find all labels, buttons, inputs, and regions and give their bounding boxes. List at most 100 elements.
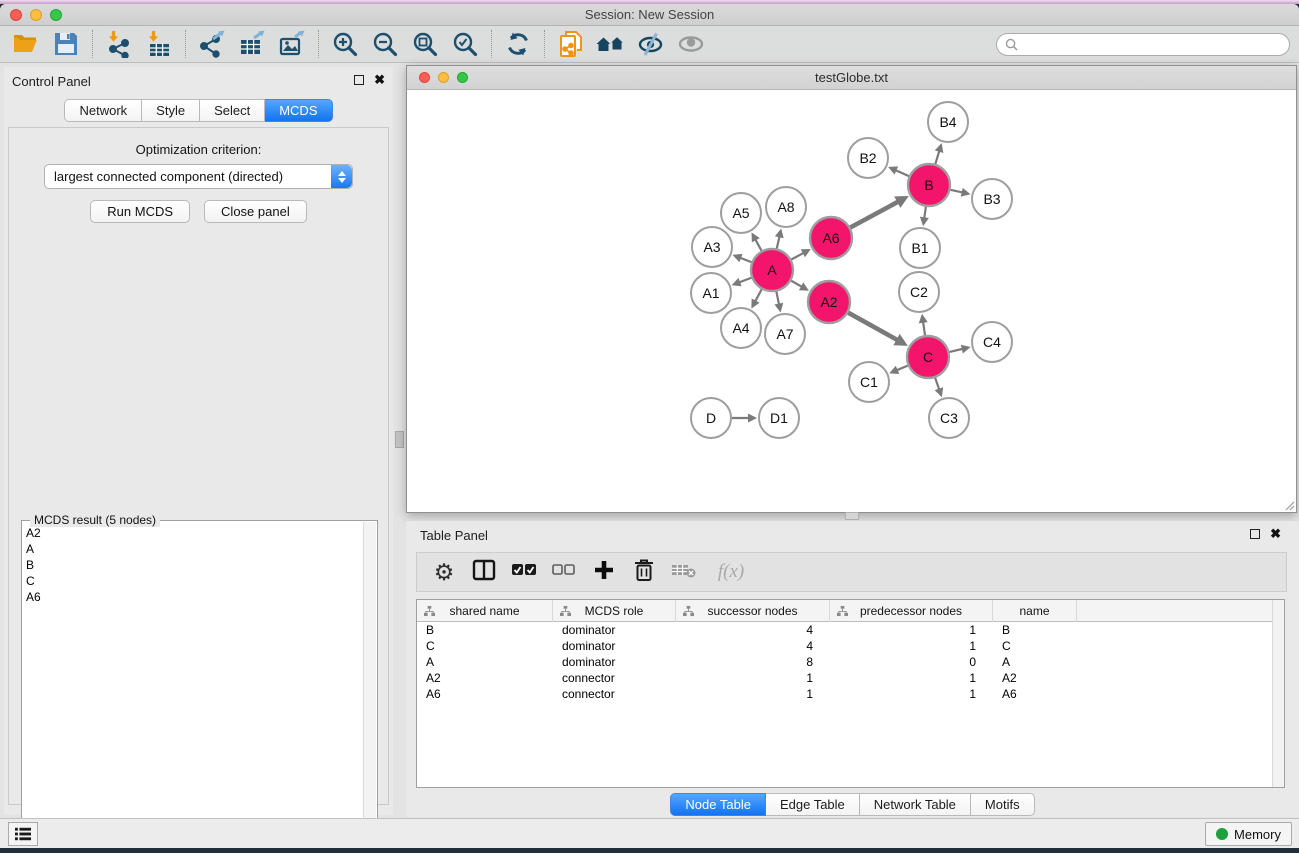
network-window-titlebar: testGlobe.txt: [407, 66, 1296, 90]
export-image-button[interactable]: [272, 28, 312, 60]
hide-graphics-button[interactable]: [631, 28, 671, 60]
table-cell: C: [417, 638, 553, 654]
table-row[interactable]: Cdominator41C: [417, 638, 1284, 654]
mcds-result-item[interactable]: A: [26, 541, 361, 557]
select-all-button[interactable]: [509, 557, 539, 587]
vertical-split-handle[interactable]: [395, 431, 404, 448]
column-header-label: name: [1019, 604, 1049, 618]
graph-edge-C-C3[interactable]: [935, 378, 939, 391]
add-column-button[interactable]: [589, 557, 619, 587]
list-icon: [14, 826, 32, 842]
tab-edge-table[interactable]: Edge Table: [766, 793, 860, 816]
graph-edge-B-B3[interactable]: [950, 190, 963, 193]
table-row[interactable]: Adominator80A: [417, 654, 1284, 670]
node-table[interactable]: shared name MCDS rolesuccessor nodesprede…: [416, 599, 1285, 788]
main-toolbar: [0, 26, 1299, 63]
column-header-name[interactable]: name: [993, 600, 1077, 622]
mcds-result-list: A2ABCA6: [26, 525, 361, 848]
column-view-button[interactable]: [469, 557, 499, 587]
delete-column-button[interactable]: [629, 557, 659, 587]
toolbar-separator: [92, 30, 93, 58]
export-image-icon: [278, 30, 306, 58]
graph-edge-A-A8[interactable]: [777, 235, 780, 248]
close-table-panel-icon[interactable]: ✖: [1270, 529, 1281, 539]
clone-network-button[interactable]: [551, 28, 591, 60]
table-row[interactable]: A6connector11A6: [417, 686, 1284, 702]
save-session-button[interactable]: [46, 28, 86, 60]
unselect-all-button[interactable]: [549, 557, 579, 587]
run-mcds-button[interactable]: Run MCDS: [90, 200, 190, 223]
task-history-button[interactable]: [8, 822, 38, 846]
graph-edge-A-A4[interactable]: [755, 289, 762, 302]
tab-node-table[interactable]: Node Table: [670, 793, 766, 816]
open-folder-button[interactable]: [6, 28, 46, 60]
graph-node-label-A4: A4: [732, 320, 749, 336]
resize-grip-icon[interactable]: [1283, 499, 1295, 511]
table-scrollbar[interactable]: [1272, 600, 1284, 787]
graph-node-label-A8: A8: [777, 199, 794, 215]
column-view-icon: [472, 558, 496, 587]
zoom-in-icon: [332, 31, 358, 57]
home-networks-icon: [596, 32, 626, 56]
column-header-shared-name[interactable]: shared name: [417, 600, 553, 622]
tab-network-table[interactable]: Network Table: [860, 793, 971, 816]
column-header-successor-nodes[interactable]: successor nodes: [676, 600, 830, 622]
tab-motifs[interactable]: Motifs: [971, 793, 1035, 816]
table-settings-button[interactable]: ⚙: [429, 557, 459, 587]
export-network-icon: [198, 30, 226, 58]
show-graphics-button[interactable]: [671, 28, 711, 60]
tab-style[interactable]: Style: [142, 99, 200, 122]
zoom-selected-button[interactable]: [445, 28, 485, 60]
zoom-in-button[interactable]: [325, 28, 365, 60]
mcds-result-item[interactable]: A2: [26, 525, 361, 541]
graph-edge-A2-C[interactable]: [848, 313, 898, 341]
import-table-button[interactable]: [139, 28, 179, 60]
delete-table-button[interactable]: [669, 557, 699, 587]
graph-edge-C-C4[interactable]: [949, 349, 963, 352]
graph-edge-A-A6[interactable]: [791, 252, 804, 259]
table-row[interactable]: A2connector11A2: [417, 670, 1284, 686]
column-header-filler: [1077, 600, 1284, 622]
import-network-button[interactable]: [99, 28, 139, 60]
close-panel-icon[interactable]: ✖: [374, 75, 385, 85]
mcds-result-item[interactable]: A6: [26, 589, 361, 605]
home-networks-button[interactable]: [591, 28, 631, 60]
result-scrollbar[interactable]: [363, 522, 376, 848]
graph-edge-B-B2[interactable]: [895, 170, 909, 176]
graph-node-label-A7: A7: [776, 326, 793, 342]
column-header-label: shared name: [449, 604, 519, 618]
mcds-result-item[interactable]: B: [26, 557, 361, 573]
column-header-predecessor-nodes[interactable]: predecessor nodes: [830, 600, 993, 622]
function-builder-button[interactable]: f(x): [709, 557, 753, 587]
column-header-MCDS-role[interactable]: MCDS role: [553, 600, 676, 622]
zoom-out-button[interactable]: [365, 28, 405, 60]
search-input[interactable]: [1023, 38, 1273, 52]
mcds-result-item[interactable]: C: [26, 573, 361, 589]
graph-edge-A-A2[interactable]: [791, 281, 803, 288]
memory-label: Memory: [1234, 827, 1281, 842]
close-panel-button[interactable]: Close panel: [204, 200, 307, 223]
graph-edge-C-C2[interactable]: [923, 321, 925, 335]
tab-mcds[interactable]: MCDS: [265, 99, 332, 122]
graph-edge-A-A5[interactable]: [755, 238, 762, 250]
search-box[interactable]: [996, 33, 1290, 56]
table-row[interactable]: Bdominator41B: [417, 622, 1284, 638]
zoom-fit-button[interactable]: [405, 28, 445, 60]
graph-edge-B-B4[interactable]: [935, 150, 939, 164]
tab-select[interactable]: Select: [200, 99, 265, 122]
network-canvas[interactable]: B4B2BB3A5A8A3A6B1AA1C2A2A4A7C4CC1C3DD1: [407, 90, 1296, 512]
horizontal-split-handle[interactable]: [845, 512, 859, 520]
optimization-criterion-dropdown[interactable]: largest connected component (directed): [44, 164, 353, 189]
float-panel-icon[interactable]: [354, 75, 364, 85]
memory-button[interactable]: Memory: [1205, 822, 1292, 846]
tab-network[interactable]: Network: [64, 99, 142, 122]
graph-edge-A6-B[interactable]: [850, 201, 899, 227]
export-network-button[interactable]: [192, 28, 232, 60]
graph-edge-A-A7[interactable]: [776, 292, 779, 306]
refresh-view-button[interactable]: [498, 28, 538, 60]
export-table-button[interactable]: [232, 28, 272, 60]
table-panel-header: Table Panel ✖: [406, 521, 1299, 549]
float-table-panel-icon[interactable]: [1250, 529, 1260, 539]
graph-edge-arrow: [775, 228, 784, 238]
graph-edge-A-A1[interactable]: [738, 278, 751, 283]
